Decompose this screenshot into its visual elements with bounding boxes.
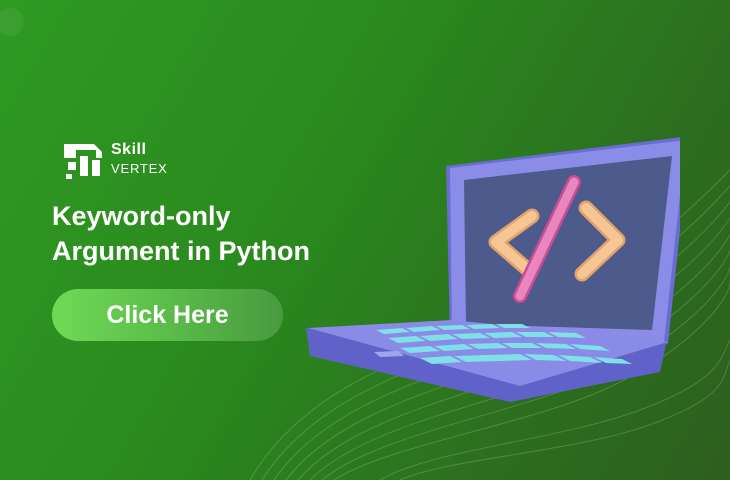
click-here-button[interactable]: Click Here [52,289,283,341]
brand-name-skill: Skill [111,141,147,158]
skill-vertex-logo-icon [64,144,102,179]
brand-logo[interactable]: Skill VERTEX [62,138,182,184]
brand-name-vertex: VERTEX [111,161,168,176]
laptop-code-icon [306,137,680,402]
